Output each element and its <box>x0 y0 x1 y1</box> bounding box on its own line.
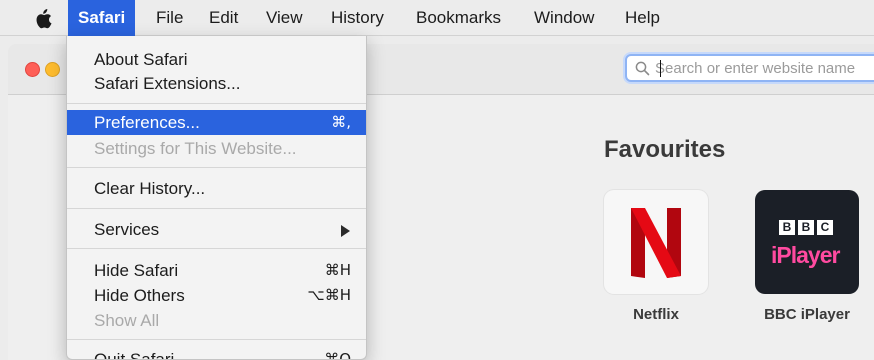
menu-bookmarks[interactable]: Bookmarks <box>406 0 511 36</box>
menu-edit[interactable]: Edit <box>199 0 248 36</box>
apple-logo-icon[interactable] <box>34 9 52 29</box>
menu-item-show-all: Show All <box>67 308 366 333</box>
favourite-bbc-iplayer-label: BBC iPlayer <box>764 306 850 323</box>
menu-item-shortcut: ⌥⌘H <box>307 286 351 304</box>
menu-item-label: About Safari <box>94 50 188 69</box>
address-input[interactable] <box>655 59 874 77</box>
bbc-letter: C <box>817 220 833 235</box>
menu-item-clear-history[interactable]: Clear History... <box>67 176 366 201</box>
address-bar[interactable] <box>625 54 874 82</box>
favourite-netflix[interactable] <box>604 190 708 294</box>
menu-item-label: Hide Others <box>94 286 185 305</box>
menu-separator <box>67 339 366 340</box>
menu-view[interactable]: View <box>256 0 313 36</box>
menu-item-quit-safari[interactable]: Quit Safari ⌘Q <box>67 347 366 360</box>
menu-item-label: Preferences... <box>94 113 200 132</box>
favourite-bbc-iplayer[interactable]: B B C iPlayer <box>755 190 859 294</box>
menu-item-label: Settings for This Website... <box>94 139 297 158</box>
menu-window[interactable]: Window <box>524 0 604 36</box>
minimize-window-button[interactable] <box>45 62 60 77</box>
menu-item-label: Services <box>94 220 160 239</box>
text-caret <box>660 60 661 77</box>
submenu-arrow-icon <box>341 225 350 237</box>
menu-item-services[interactable]: Services <box>67 217 366 242</box>
menu-item-shortcut: ⌘, <box>331 113 351 131</box>
favourites-heading: Favourites <box>604 136 726 163</box>
bbc-letter: B <box>798 220 814 235</box>
menu-item-label: Quit Safari <box>94 350 175 360</box>
menu-item-label: Hide Safari <box>94 261 179 280</box>
menu-item-settings-for-website: Settings for This Website... <box>67 136 366 161</box>
favourite-netflix-label: Netflix <box>633 306 679 323</box>
menu-item-label: Safari Extensions... <box>94 74 241 93</box>
menu-separator <box>67 167 366 168</box>
safari-menu: About Safari Safari Extensions... Prefer… <box>66 36 367 360</box>
bbc-letter: B <box>779 220 795 235</box>
iplayer-wordmark: iPlayer <box>771 242 840 268</box>
menu-item-preferences[interactable]: Preferences... ⌘, <box>67 110 366 135</box>
menu-item-hide-safari[interactable]: Hide Safari ⌘H <box>67 258 366 283</box>
menu-file[interactable]: File <box>146 0 193 36</box>
menu-item-label: Show All <box>94 311 160 330</box>
menu-item-label: Clear History... <box>94 179 206 198</box>
menu-item-safari-extensions[interactable]: Safari Extensions... <box>67 71 366 96</box>
menu-bar: Safari File Edit View History Bookmarks … <box>0 0 874 36</box>
menu-item-hide-others[interactable]: Hide Others ⌥⌘H <box>67 283 366 308</box>
menu-help[interactable]: Help <box>615 0 670 36</box>
menu-history[interactable]: History <box>321 0 394 36</box>
menu-separator <box>67 208 366 209</box>
menu-item-about-safari[interactable]: About Safari <box>67 47 366 72</box>
close-window-button[interactable] <box>25 62 40 77</box>
menu-item-shortcut: ⌘H <box>324 261 351 279</box>
menu-item-shortcut: ⌘Q <box>324 350 351 360</box>
menu-separator <box>67 248 366 249</box>
netflix-logo-icon <box>631 208 681 278</box>
menu-separator <box>67 103 366 104</box>
menu-safari[interactable]: Safari <box>68 0 136 36</box>
search-icon <box>635 61 650 75</box>
